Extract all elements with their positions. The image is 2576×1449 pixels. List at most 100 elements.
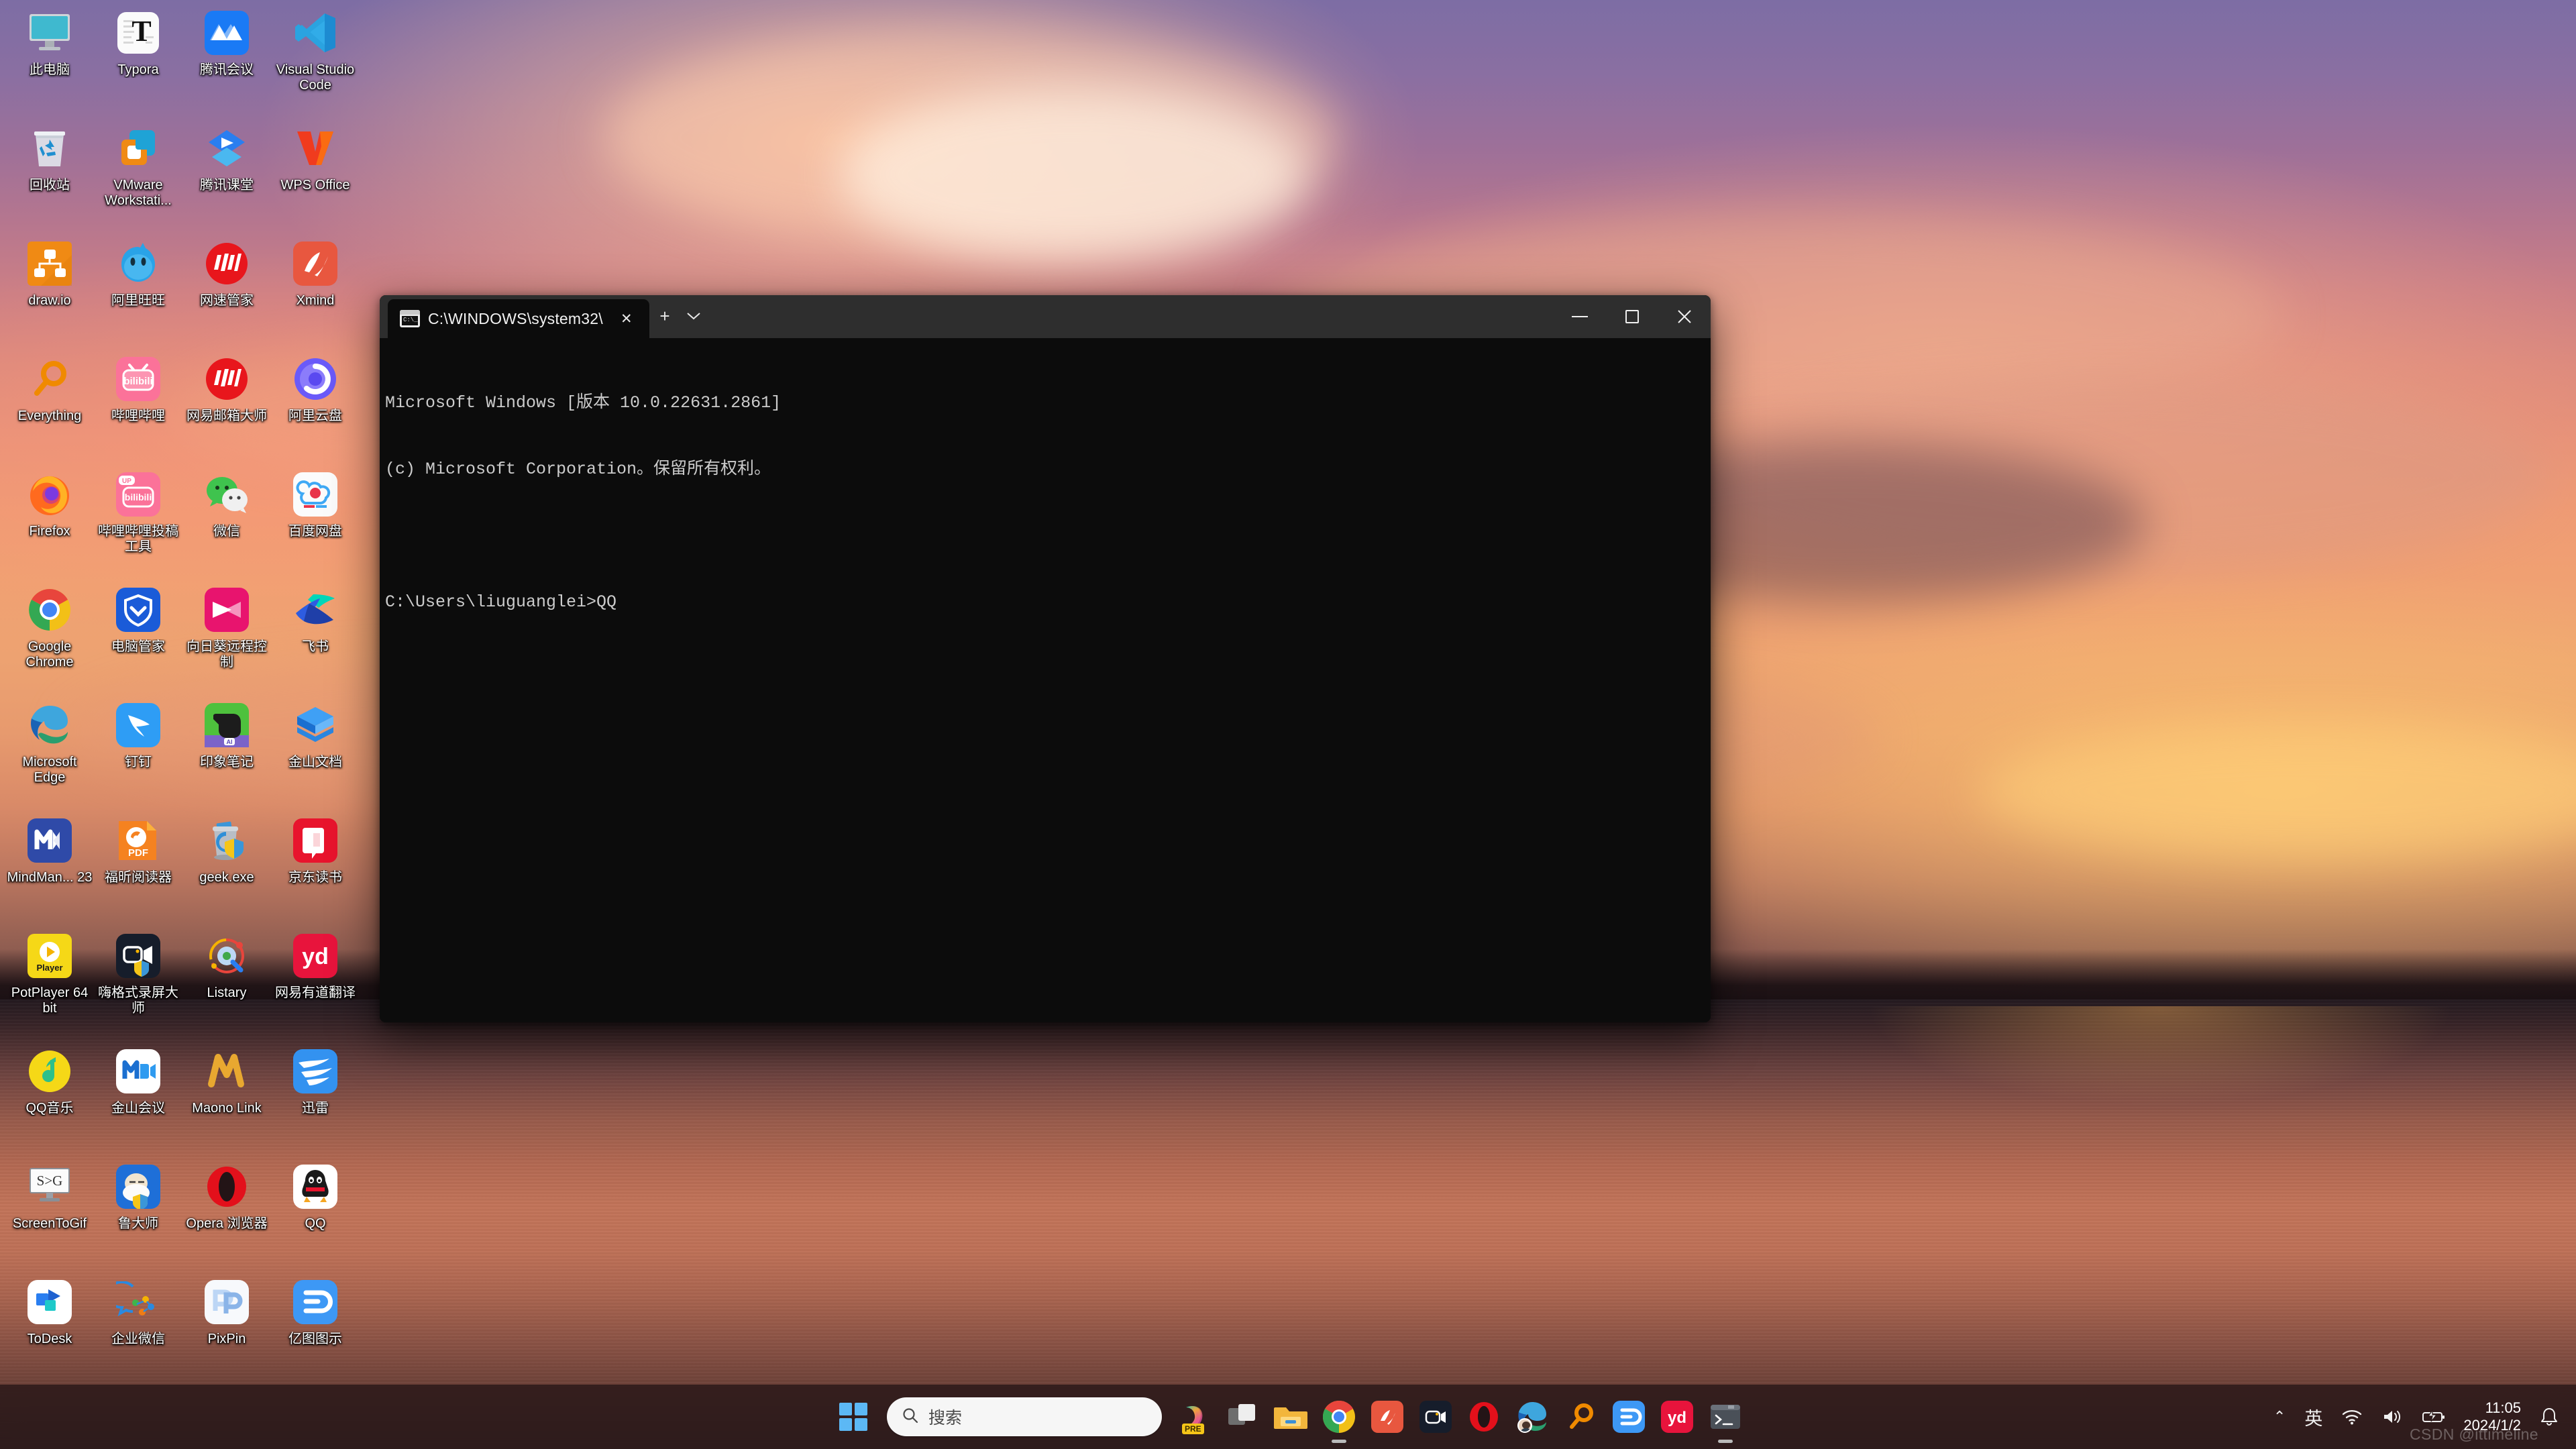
desktop-icon-26[interactable]: 钉钉 xyxy=(94,696,182,812)
desktop-icon-11[interactable]: 网速管家 xyxy=(182,235,271,350)
desktop-icon-5[interactable]: 回收站 xyxy=(5,119,94,235)
tray-overflow-chevron-icon[interactable]: ⌃ xyxy=(2264,1385,2295,1449)
desktop-icon-34[interactable]: 嗨格式录屏大师 xyxy=(94,927,182,1042)
desktop-icon-15[interactable]: 网易邮箱大师 xyxy=(182,350,271,466)
taskbar-item-task-view[interactable] xyxy=(1218,1385,1267,1449)
desktop-icon-38[interactable]: 金山会议 xyxy=(94,1042,182,1158)
desktop-icon-label: 回收站 xyxy=(30,178,70,193)
notification-bell-icon[interactable] xyxy=(2530,1385,2568,1449)
desktop-icon-19[interactable]: 微信 xyxy=(182,466,271,581)
desktop-icon-13[interactable]: Everything xyxy=(5,350,94,466)
desktop-icon-16[interactable]: 阿里云盘 xyxy=(271,350,360,466)
minimize-button[interactable] xyxy=(1554,295,1606,338)
terminal-titlebar[interactable]: C:\_ C:\WINDOWS\system32\ ✕ + xyxy=(380,295,1711,338)
desktop-icon-36[interactable]: yd 网易有道翻译 xyxy=(271,927,360,1042)
desktop-icon-label: 哔哩哔哩投稿工具 xyxy=(98,524,178,554)
new-tab-button[interactable]: + xyxy=(649,299,680,333)
volume-icon[interactable] xyxy=(2372,1385,2412,1449)
taskbar-item-youdao[interactable]: yd xyxy=(1653,1385,1701,1449)
desktop-icon-label: 电脑管家 xyxy=(111,639,165,654)
terminal-icon xyxy=(1707,1398,1744,1436)
desktop-icon-48[interactable]: 亿图图示 xyxy=(271,1273,360,1389)
desktop-icon-8[interactable]: WPS Office xyxy=(271,119,360,235)
desktop-icon-22[interactable]: 电脑管家 xyxy=(94,581,182,696)
desktop-icon-44[interactable]: QQ xyxy=(271,1158,360,1273)
desktop-icon-12[interactable]: Xmind xyxy=(271,235,360,350)
xmind-icon xyxy=(290,239,340,288)
terminal-prompt-line: C:\Users\liuguanglei>QQ xyxy=(385,592,617,612)
desktop-icon-28[interactable]: 金山文档 xyxy=(271,696,360,812)
desktop-icon-39[interactable]: Maono Link xyxy=(182,1042,271,1158)
desktop-icon-37[interactable]: QQ音乐 xyxy=(5,1042,94,1158)
desktop-icon-label: VMware Workstati... xyxy=(105,178,172,208)
desktop-icon-42[interactable]: 鲁大师 xyxy=(94,1158,182,1273)
desktop-icon-18[interactable]: UP bilibili 哔哩哔哩投稿工具 xyxy=(94,466,182,581)
desktop-icon-10[interactable]: 阿里旺旺 xyxy=(94,235,182,350)
desktop-icon-14[interactable]: bilibili 哔哩哔哩 xyxy=(94,350,182,466)
ime-indicator[interactable]: 英 xyxy=(2295,1385,2332,1449)
battery-charging-icon[interactable] xyxy=(2412,1385,2455,1449)
clock[interactable]: 11:05 2024/1/2 xyxy=(2455,1385,2530,1449)
taskbar-item-terminal[interactable] xyxy=(1701,1385,1750,1449)
taskbar-item-everything[interactable] xyxy=(1556,1385,1605,1449)
taskbar-item-edraw[interactable] xyxy=(1605,1385,1653,1449)
start-button[interactable] xyxy=(826,1385,880,1449)
svg-text:Player: Player xyxy=(36,963,62,973)
svg-text:yd: yd xyxy=(302,944,329,969)
desktop-icon-23[interactable]: 向日葵远程控制 xyxy=(182,581,271,696)
desktop-icon-32[interactable]: 京东读书 xyxy=(271,812,360,927)
desktop-icon-47[interactable]: PixPin xyxy=(182,1273,271,1389)
pc-manager-icon xyxy=(113,585,163,635)
desktop-icon-20[interactable]: 百度网盘 xyxy=(271,466,360,581)
search-icon xyxy=(902,1407,919,1428)
desktop-icon-label: ToDesk xyxy=(27,1332,72,1346)
terminal-output[interactable]: Microsoft Windows [版本 10.0.22631.2861] (… xyxy=(380,338,1711,1022)
desktop-icon-31[interactable]: geek.exe xyxy=(182,812,271,927)
desktop-icon-7[interactable]: 腾讯课堂 xyxy=(182,119,271,235)
desktop-icon-25[interactable]: Microsoft Edge xyxy=(5,696,94,812)
chevron-down-icon[interactable] xyxy=(680,299,707,333)
desktop-icon-label: ScreenToGif xyxy=(12,1216,87,1231)
terminal-line: (c) Microsoft Corporation。保留所有权利。 xyxy=(385,460,771,479)
everything-icon xyxy=(25,354,74,404)
taskbar-item-xmind[interactable] xyxy=(1363,1385,1411,1449)
search-input[interactable]: 搜索 xyxy=(887,1397,1162,1436)
maximize-button[interactable] xyxy=(1606,295,1658,338)
desktop-icon-4[interactable]: Visual Studio Code xyxy=(271,4,360,119)
screentogif-icon: S>G xyxy=(25,1162,74,1212)
desktop-icon-45[interactable]: ToDesk xyxy=(5,1273,94,1389)
desktop-icon-17[interactable]: Firefox xyxy=(5,466,94,581)
desktop-icon-30[interactable]: PDF 福昕阅读器 xyxy=(94,812,182,927)
desktop-icon-label: 网易有道翻译 xyxy=(275,985,356,1000)
desktop-icon-29[interactable]: MindMan... 23 xyxy=(5,812,94,927)
taskbar-item-edge[interactable] xyxy=(1508,1385,1556,1449)
desktop-icon-43[interactable]: Opera 浏览器 xyxy=(182,1158,271,1273)
desktop-icon-33[interactable]: Player PotPlayer 64 bit xyxy=(5,927,94,1042)
search-placeholder-text: 搜索 xyxy=(928,1409,963,1428)
taskbar-item-opera[interactable] xyxy=(1460,1385,1508,1449)
taskbar-item-file-explorer[interactable] xyxy=(1267,1385,1315,1449)
desktop-icon-1[interactable]: 此电脑 xyxy=(5,4,94,119)
terminal-window[interactable]: C:\_ C:\WINDOWS\system32\ ✕ + Microsoft … xyxy=(380,295,1711,1022)
terminal-tab[interactable]: C:\_ C:\WINDOWS\system32\ ✕ xyxy=(388,299,649,338)
desktop-icon-21[interactable]: Google Chrome xyxy=(5,581,94,696)
desktop-icon-40[interactable]: 迅雷 xyxy=(271,1042,360,1158)
taskbar-item-haigeshi-recorder[interactable] xyxy=(1411,1385,1460,1449)
desktop-icon-9[interactable]: draw.io xyxy=(5,235,94,350)
desktop-icon-27[interactable]: AI 印象笔记 xyxy=(182,696,271,812)
edge-icon xyxy=(1513,1398,1551,1436)
desktop-icon-46[interactable]: 企业微信 xyxy=(94,1273,182,1389)
desktop-icon-2[interactable]: T Typora xyxy=(94,4,182,119)
desktop-icon-label: 此电脑 xyxy=(30,62,70,77)
desktop-icon-3[interactable]: 腾讯会议 xyxy=(182,4,271,119)
close-button[interactable] xyxy=(1658,295,1711,338)
taskbar-item-chrome[interactable] xyxy=(1315,1385,1363,1449)
wifi-icon[interactable] xyxy=(2332,1385,2372,1449)
taskbar-item-copilot[interactable]: PRE xyxy=(1170,1385,1218,1449)
desktop-icon-41[interactable]: S>G ScreenToGif xyxy=(5,1158,94,1273)
desktop-icon-35[interactable]: Listary xyxy=(182,927,271,1042)
tab-close-icon[interactable]: ✕ xyxy=(615,307,638,330)
wps-office-icon xyxy=(290,123,340,173)
desktop-icon-24[interactable]: 飞书 xyxy=(271,581,360,696)
desktop-icon-6[interactable]: VMware Workstati... xyxy=(94,119,182,235)
